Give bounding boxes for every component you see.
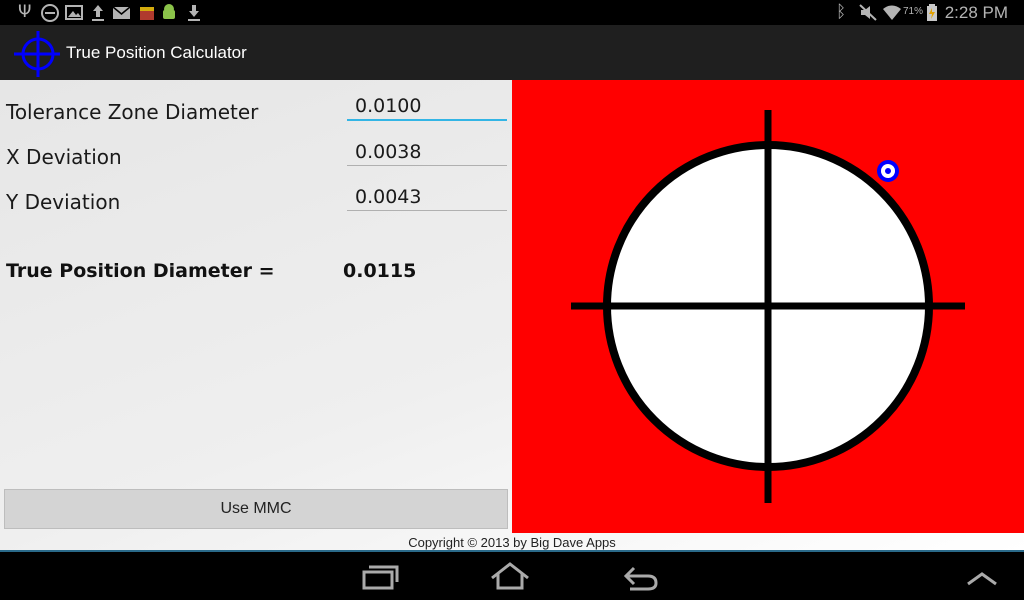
main-content: Tolerance Zone Diameter X Deviation Y De…: [0, 80, 1024, 552]
status-bar: Ψ ᛒ 71% 2:28 PM: [0, 0, 1024, 25]
status-time: 2:28 PM: [944, 3, 1008, 22]
y-deviation-label: Y Deviation: [6, 190, 121, 214]
use-mmc-button[interactable]: Use MMC: [4, 489, 508, 529]
battery-icon: [927, 4, 937, 21]
copyright-text: Copyright © 2013 by Big Dave Apps: [408, 535, 616, 550]
action-bar: True Position Calculator: [0, 25, 1024, 80]
usb-icon: Ψ: [18, 2, 32, 22]
home-icon[interactable]: [480, 558, 540, 594]
crosshair-icon[interactable]: [12, 29, 60, 77]
mute-icon: [859, 4, 877, 21]
store-icon: [140, 7, 154, 20]
android-icon: [163, 4, 175, 19]
x-deviation-label: X Deviation: [6, 145, 122, 169]
position-visualization: [512, 80, 1024, 533]
x-deviation-input[interactable]: [347, 138, 507, 166]
tolerance-label: Tolerance Zone Diameter: [6, 100, 259, 124]
bluetooth-icon: ᛒ: [836, 2, 847, 22]
back-icon[interactable]: [610, 558, 670, 594]
battery-percent: 71%: [903, 6, 924, 17]
blocked-icon: [41, 4, 59, 22]
download-icon: [188, 5, 200, 21]
tolerance-input[interactable]: [347, 93, 507, 121]
menu-up-icon[interactable]: [952, 558, 1012, 594]
result-label: True Position Diameter =: [6, 260, 275, 282]
upload-icon: [92, 5, 104, 21]
calculator-form: Tolerance Zone Diameter X Deviation Y De…: [0, 80, 512, 552]
target-diagram: [571, 110, 965, 503]
recent-apps-icon[interactable]: [350, 558, 410, 594]
y-deviation-input[interactable]: [347, 183, 507, 211]
result-value: 0.0115: [343, 260, 417, 282]
image-icon: [65, 5, 83, 20]
mail-icon: [112, 6, 131, 19]
app-title: True Position Calculator: [66, 43, 247, 62]
wifi-icon: [883, 5, 901, 20]
navigation-bar: [0, 552, 1024, 600]
position-marker-icon: [877, 160, 899, 182]
